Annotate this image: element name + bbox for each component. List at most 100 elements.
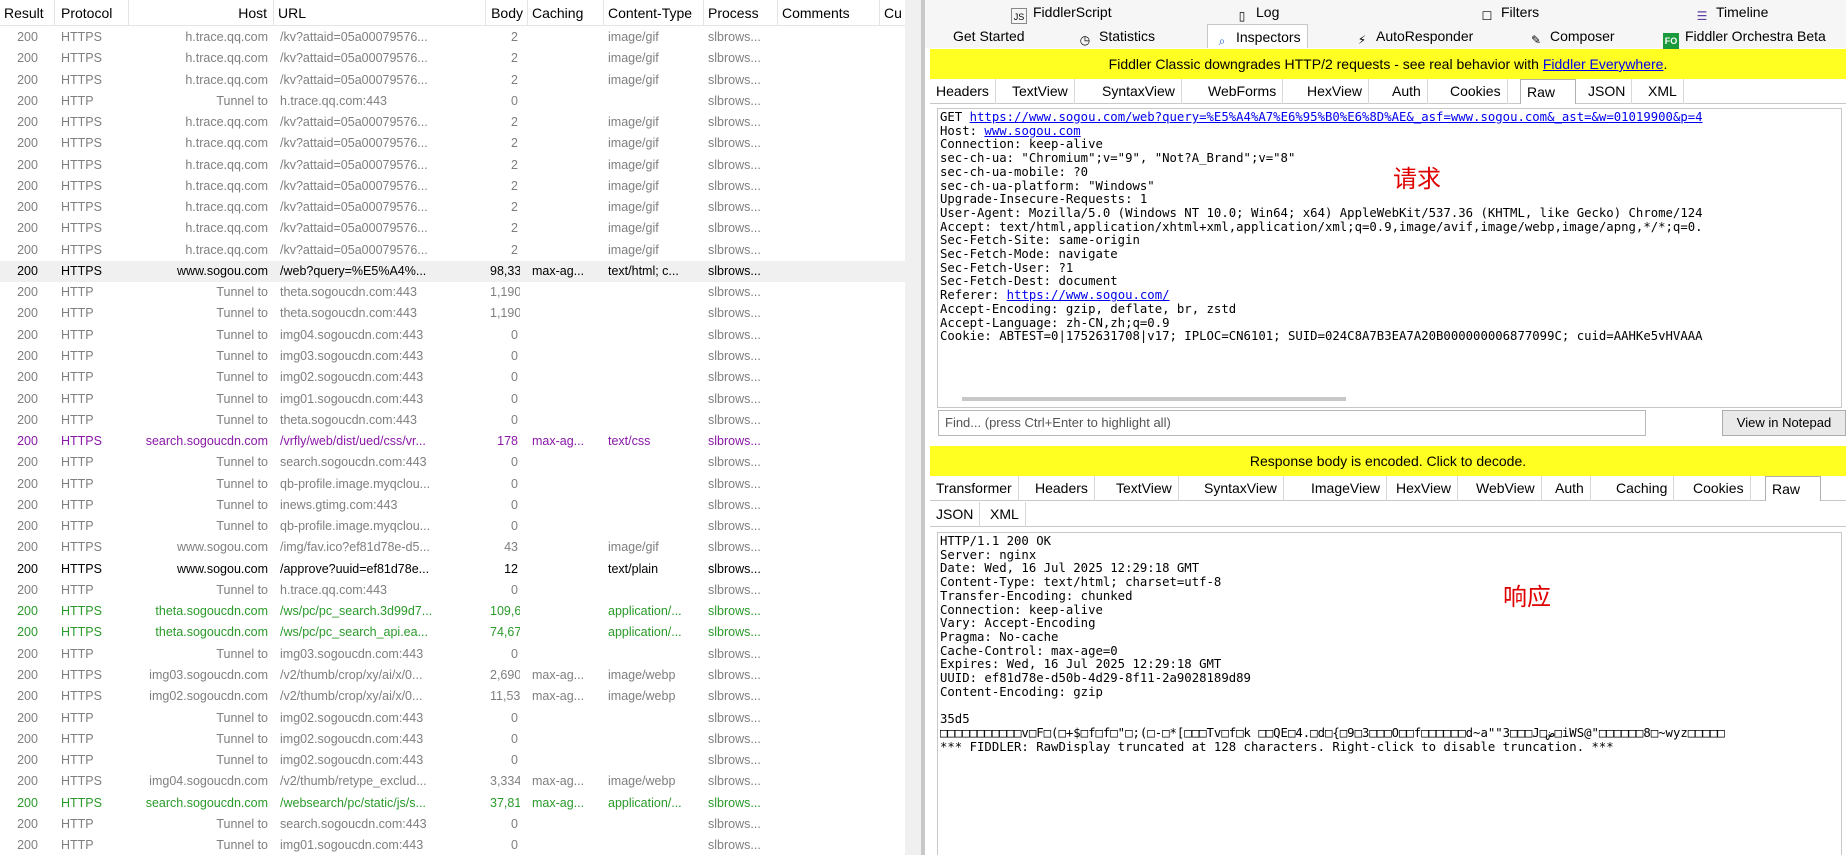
table-row[interactable]: 200 HTTPS img03.sogoucdn.com/v2/thumb/crop… [0,665,905,686]
col-url[interactable]: URL [274,0,486,26]
req-tab-headers[interactable]: Headers [930,79,996,104]
tab-statistics[interactable]: ◷ Statistics [1071,24,1161,48]
req-tab-webforms[interactable]: WebForms [1202,79,1284,104]
tab-autoresponder[interactable]: ⚡ AutoResponder [1348,24,1479,48]
res-tab-imageview[interactable]: ImageView [1305,476,1388,501]
res-tab-syntaxview[interactable]: SyntaxView [1198,476,1284,501]
res-tab-cookies[interactable]: Cookies [1687,476,1751,501]
req-tab-auth[interactable]: Auth [1386,79,1428,104]
table-row[interactable]: 200 HTTPS img02.sogoucdn.com/v2/thumb/crop… [0,686,905,707]
table-row[interactable]: 200 HTTP Tunnel to theta.sogoucdn.com:443 1,… [0,282,905,303]
col-caching[interactable]: Caching [528,0,604,26]
table-row[interactable]: 200 HTTPS h.trace.qq.com/kv?attaid=05a0007… [0,197,905,218]
table-row[interactable]: 200 HTTP Tunnel to img02.sogoucdn.com:443 0 s… [0,750,905,771]
table-row[interactable]: 200 HTTP Tunnel to img04.sogoucdn.com:443 0 s… [0,325,905,346]
tab-fiddlerscript[interactable]: JS FiddlerScript [1005,0,1118,24]
table-row[interactable]: 200 HTTPS h.trace.qq.com/kv?attaid=05a0007… [0,48,905,69]
response-decode-banner[interactable]: Response body is encoded. Click to decod… [930,446,1846,476]
col-comments[interactable]: Comments [778,0,880,26]
table-row[interactable]: 200 HTTPS theta.sogoucdn.com/ws/pc/pc_sear… [0,622,905,643]
req-tab-hexview[interactable]: HexView [1301,79,1369,104]
script-icon: JS [1011,8,1027,24]
table-row[interactable]: 200 HTTPS h.trace.qq.com/kv?attaid=05a0007… [0,176,905,197]
table-row[interactable]: 200 HTTP Tunnel to img02.sogoucdn.com:443 0 s… [0,708,905,729]
referer-link[interactable]: https://www.sogou.com/ [1007,288,1170,302]
col-result[interactable]: Result [0,0,55,26]
table-row[interactable]: 200 HTTPS search.sogoucdn.com/websearch/pc… [0,793,905,814]
view-in-notepad-button[interactable]: View in Notepad [1722,410,1846,436]
req-tab-json[interactable]: JSON [1582,79,1633,104]
table-row[interactable]: 200 HTTP Tunnel to img03.sogoucdn.com:443 0 s… [0,346,905,367]
col-host[interactable]: Host [129,0,274,26]
cell-protocol: HTTP [61,391,94,406]
res-tab-hexview[interactable]: HexView [1390,476,1458,501]
table-row[interactable]: 200 HTTPS h.trace.qq.com/kv?attaid=05a0007… [0,240,905,261]
http2-banner[interactable]: Fiddler Classic downgrades HTTP/2 reques… [930,49,1846,79]
req-tab-xml[interactable]: XML [1642,79,1684,104]
response-raw-textarea[interactable]: HTTP/1.1 200 OK Server: nginx Date: Wed,… [937,532,1842,855]
col-content-type[interactable]: Content-Type [604,0,704,26]
table-row[interactable]: 200 HTTP Tunnel to qb-profile.image.myqclou… [0,516,905,537]
res-tab-webview[interactable]: WebView [1470,476,1542,501]
table-row[interactable]: 200 HTTP Tunnel to img01.sogoucdn.com:443 0 s… [0,835,905,855]
request-raw-textarea[interactable]: GET https://www.sogou.com/web?query=%E5%… [937,108,1842,408]
table-row[interactable]: 200 HTTP Tunnel to img01.sogoucdn.com:443 0 s… [0,389,905,410]
res-tab-raw[interactable]: Raw [1765,476,1821,501]
req-tab-raw[interactable]: Raw [1520,79,1576,104]
table-row[interactable]: 200 HTTP Tunnel to qb-profile.image.myqclou… [0,474,905,495]
sessions-list[interactable]: Result Protocol Host URL Body Caching Co… [0,0,905,855]
table-row[interactable]: 200 HTTP Tunnel to img02.sogoucdn.com:443 0 s… [0,729,905,750]
tab-composer[interactable]: ✎ Composer [1522,24,1621,48]
table-row[interactable]: 200 HTTP Tunnel to theta.sogoucdn.com:443 1,… [0,303,905,324]
req-tab-textview[interactable]: TextView [1006,79,1075,104]
table-row[interactable]: 200 HTTP Tunnel to h.trace.qq.com:443 0 slbro… [0,580,905,601]
cell-body: 2 [511,51,518,66]
tab-timeline[interactable]: ☰ Timeline [1688,0,1774,24]
req-tab-cookies[interactable]: Cookies [1444,79,1508,104]
fiddler-everywhere-link[interactable]: Fiddler Everywhere [1543,56,1664,72]
res-tab-headers[interactable]: Headers [1029,476,1095,501]
tab-filters[interactable]: ☐ Filters [1473,0,1545,24]
table-row[interactable]: 200 HTTP Tunnel to search.sogoucdn.com:443 0… [0,814,905,835]
table-row[interactable]: 200 HTTPS h.trace.qq.com/kv?attaid=05a0007… [0,133,905,154]
table-row[interactable]: 200 HTTPS h.trace.qq.com/kv?attaid=05a0007… [0,155,905,176]
table-row[interactable]: 200 HTTPS search.sogoucdn.com/vrfly/web/di… [0,431,905,452]
table-row[interactable]: 200 HTTPS h.trace.qq.com/kv?attaid=05a0007… [0,70,905,91]
table-row[interactable]: 200 HTTP Tunnel to img02.sogoucdn.com:443 0 s… [0,367,905,388]
table-row[interactable]: 200 HTTP Tunnel to theta.sogoucdn.com:443 0 s… [0,410,905,431]
table-row[interactable]: 200 HTTPS www.sogou.com/img/fav.ico?ef81d7… [0,537,905,558]
table-row[interactable]: 200 HTTP Tunnel to search.sogoucdn.com:443 0… [0,452,905,473]
col-custom[interactable]: Cu [880,0,905,26]
tab-inspectors[interactable]: ⌕ Inspectors [1207,24,1308,48]
cell-process: slbrows... [708,540,761,555]
req-tab-syntaxview[interactable]: SyntaxView [1096,79,1182,104]
res-tab-textview[interactable]: TextView [1110,476,1179,501]
table-row[interactable]: 200 HTTP Tunnel to img03.sogoucdn.com:443 0 s… [0,644,905,665]
tab-log[interactable]: ▯ Log [1228,0,1285,24]
table-row[interactable]: 200 HTTPS h.trace.qq.com/kv?attaid=05a0007… [0,27,905,48]
tab-fiddler-orchestra[interactable]: FO Fiddler Orchestra Beta [1657,24,1832,49]
tab-get-started[interactable]: Get Started [947,24,1031,48]
col-protocol[interactable]: Protocol [55,0,129,26]
col-process[interactable]: Process [704,0,778,26]
res-tab-auth[interactable]: Auth [1549,476,1591,501]
table-row[interactable]: 200 HTTPS www.sogou.com/approve?uuid=ef81d… [0,559,905,580]
request-hscrollbar[interactable] [962,397,1346,401]
table-row[interactable]: 200 HTTPS h.trace.qq.com/kv?attaid=05a0007… [0,218,905,239]
res-tab-xml[interactable]: XML [984,502,1026,527]
table-row[interactable]: 200 HTTPS img04.sogoucdn.com/v2/thumb/rety… [0,771,905,792]
res-tab-transformer[interactable]: Transformer [930,476,1019,501]
request-url-link[interactable]: https://www.sogou.com/web?query=%E5%A4%A… [970,110,1703,124]
table-row[interactable]: 200 HTTPS www.sogou.com/web?query=%E5%A4%.… [0,260,905,283]
res-tab-caching[interactable]: Caching [1610,476,1675,501]
col-body[interactable]: Body [486,0,528,26]
table-row[interactable]: 200 HTTPS h.trace.qq.com/kv?attaid=05a0007… [0,112,905,133]
request-host-link[interactable]: www.sogou.com [984,124,1080,138]
cell-ctype: image/gif [608,242,659,257]
cell-host: www.sogou.com [176,561,268,576]
table-row[interactable]: 200 HTTP Tunnel to h.trace.qq.com:443 0 slbro… [0,91,905,112]
find-input[interactable]: Find... (press Ctrl+Enter to highlight a… [938,410,1646,436]
table-row[interactable]: 200 HTTP Tunnel to inews.gtimg.com:443 0 slbr… [0,495,905,516]
res-tab-json[interactable]: JSON [930,502,981,527]
table-row[interactable]: 200 HTTPS theta.sogoucdn.com/ws/pc/pc_sear… [0,601,905,622]
